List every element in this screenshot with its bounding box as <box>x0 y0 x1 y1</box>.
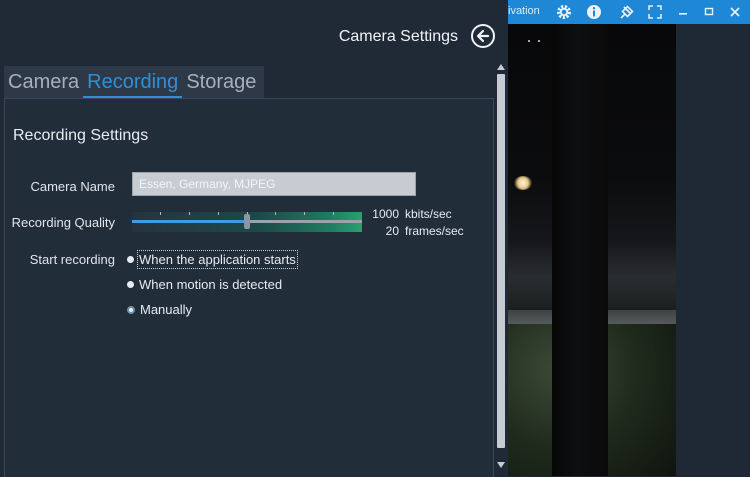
start-recording-label: Start recording <box>29 252 115 267</box>
slider-track <box>247 220 362 223</box>
camera-name-label: Camera Name <box>30 179 115 194</box>
camera-window: ivation <box>508 0 750 476</box>
info-icon[interactable] <box>585 3 603 21</box>
video-light-speck <box>538 40 540 42</box>
framerate-unit: frames/sec <box>405 224 464 238</box>
slider-tick <box>189 212 190 215</box>
bitrate-unit: kbits/sec <box>405 207 452 221</box>
close-icon[interactable] <box>726 3 744 21</box>
framerate-value: 20 <box>385 224 399 238</box>
arrow-left-icon <box>476 29 490 43</box>
radio-manually[interactable]: Manually <box>127 302 192 317</box>
fullscreen-icon[interactable] <box>646 3 664 21</box>
recording-quality-label: Recording Quality <box>11 215 115 230</box>
bitrate-value: 1000 <box>372 207 399 221</box>
panel-title: Camera Settings <box>338 28 458 45</box>
bitrate-readout: 1000 kbits/sec <box>365 207 452 221</box>
tab-camera[interactable]: Camera <box>4 68 83 98</box>
camera-video-feed[interactable] <box>508 24 676 476</box>
recording-quality-slider[interactable] <box>132 212 362 232</box>
framerate-readout: 20 frames/sec <box>365 224 464 238</box>
window-title: ivation <box>508 5 540 17</box>
window-titlebar: ivation <box>508 0 750 24</box>
slider-tick <box>160 212 161 215</box>
radio-label: Manually <box>140 302 193 317</box>
radio-button[interactable] <box>127 256 134 263</box>
slider-tick <box>275 212 276 215</box>
scroll-down-arrow-icon[interactable] <box>497 462 505 468</box>
tab-recording[interactable]: Recording <box>83 68 183 98</box>
slider-tick <box>218 212 219 215</box>
radio-button-checked[interactable] <box>127 305 135 314</box>
video-light-speck <box>528 40 530 42</box>
back-button[interactable] <box>471 24 495 48</box>
scroll-up-arrow-icon[interactable] <box>497 64 505 70</box>
scrollbar-thumb[interactable] <box>497 74 505 448</box>
camera-side-area <box>676 24 750 476</box>
slider-tick <box>333 212 334 215</box>
section-title: Recording Settings <box>13 127 149 144</box>
pin-icon[interactable] <box>618 3 636 21</box>
radio-application-starts[interactable]: When the application starts <box>127 250 298 269</box>
radio-label: When motion is detected <box>139 277 283 292</box>
video-tree-trunk <box>552 24 608 476</box>
camera-settings-panel: Camera Settings Camera Recording Storage… <box>0 0 508 477</box>
tab-storage[interactable]: Storage <box>182 68 260 98</box>
panel-header: Camera Settings <box>0 0 508 62</box>
slider-thumb[interactable] <box>244 214 250 229</box>
slider-tick <box>304 212 305 215</box>
radio-label: When the application starts <box>137 250 298 269</box>
settings-tabs: Camera Recording Storage <box>4 66 265 98</box>
radio-button[interactable] <box>127 281 134 288</box>
gear-icon[interactable] <box>555 3 573 21</box>
camera-name-input[interactable] <box>132 172 416 196</box>
video-street-lamp <box>514 176 532 190</box>
vertical-scrollbar[interactable] <box>494 62 508 476</box>
maximize-icon[interactable] <box>700 3 718 21</box>
minimize-icon[interactable] <box>674 3 692 21</box>
radio-motion-detected[interactable]: When motion is detected <box>127 277 282 292</box>
slider-fill <box>132 220 247 223</box>
recording-settings-content: Recording Settings Camera Name Recording… <box>4 98 494 477</box>
